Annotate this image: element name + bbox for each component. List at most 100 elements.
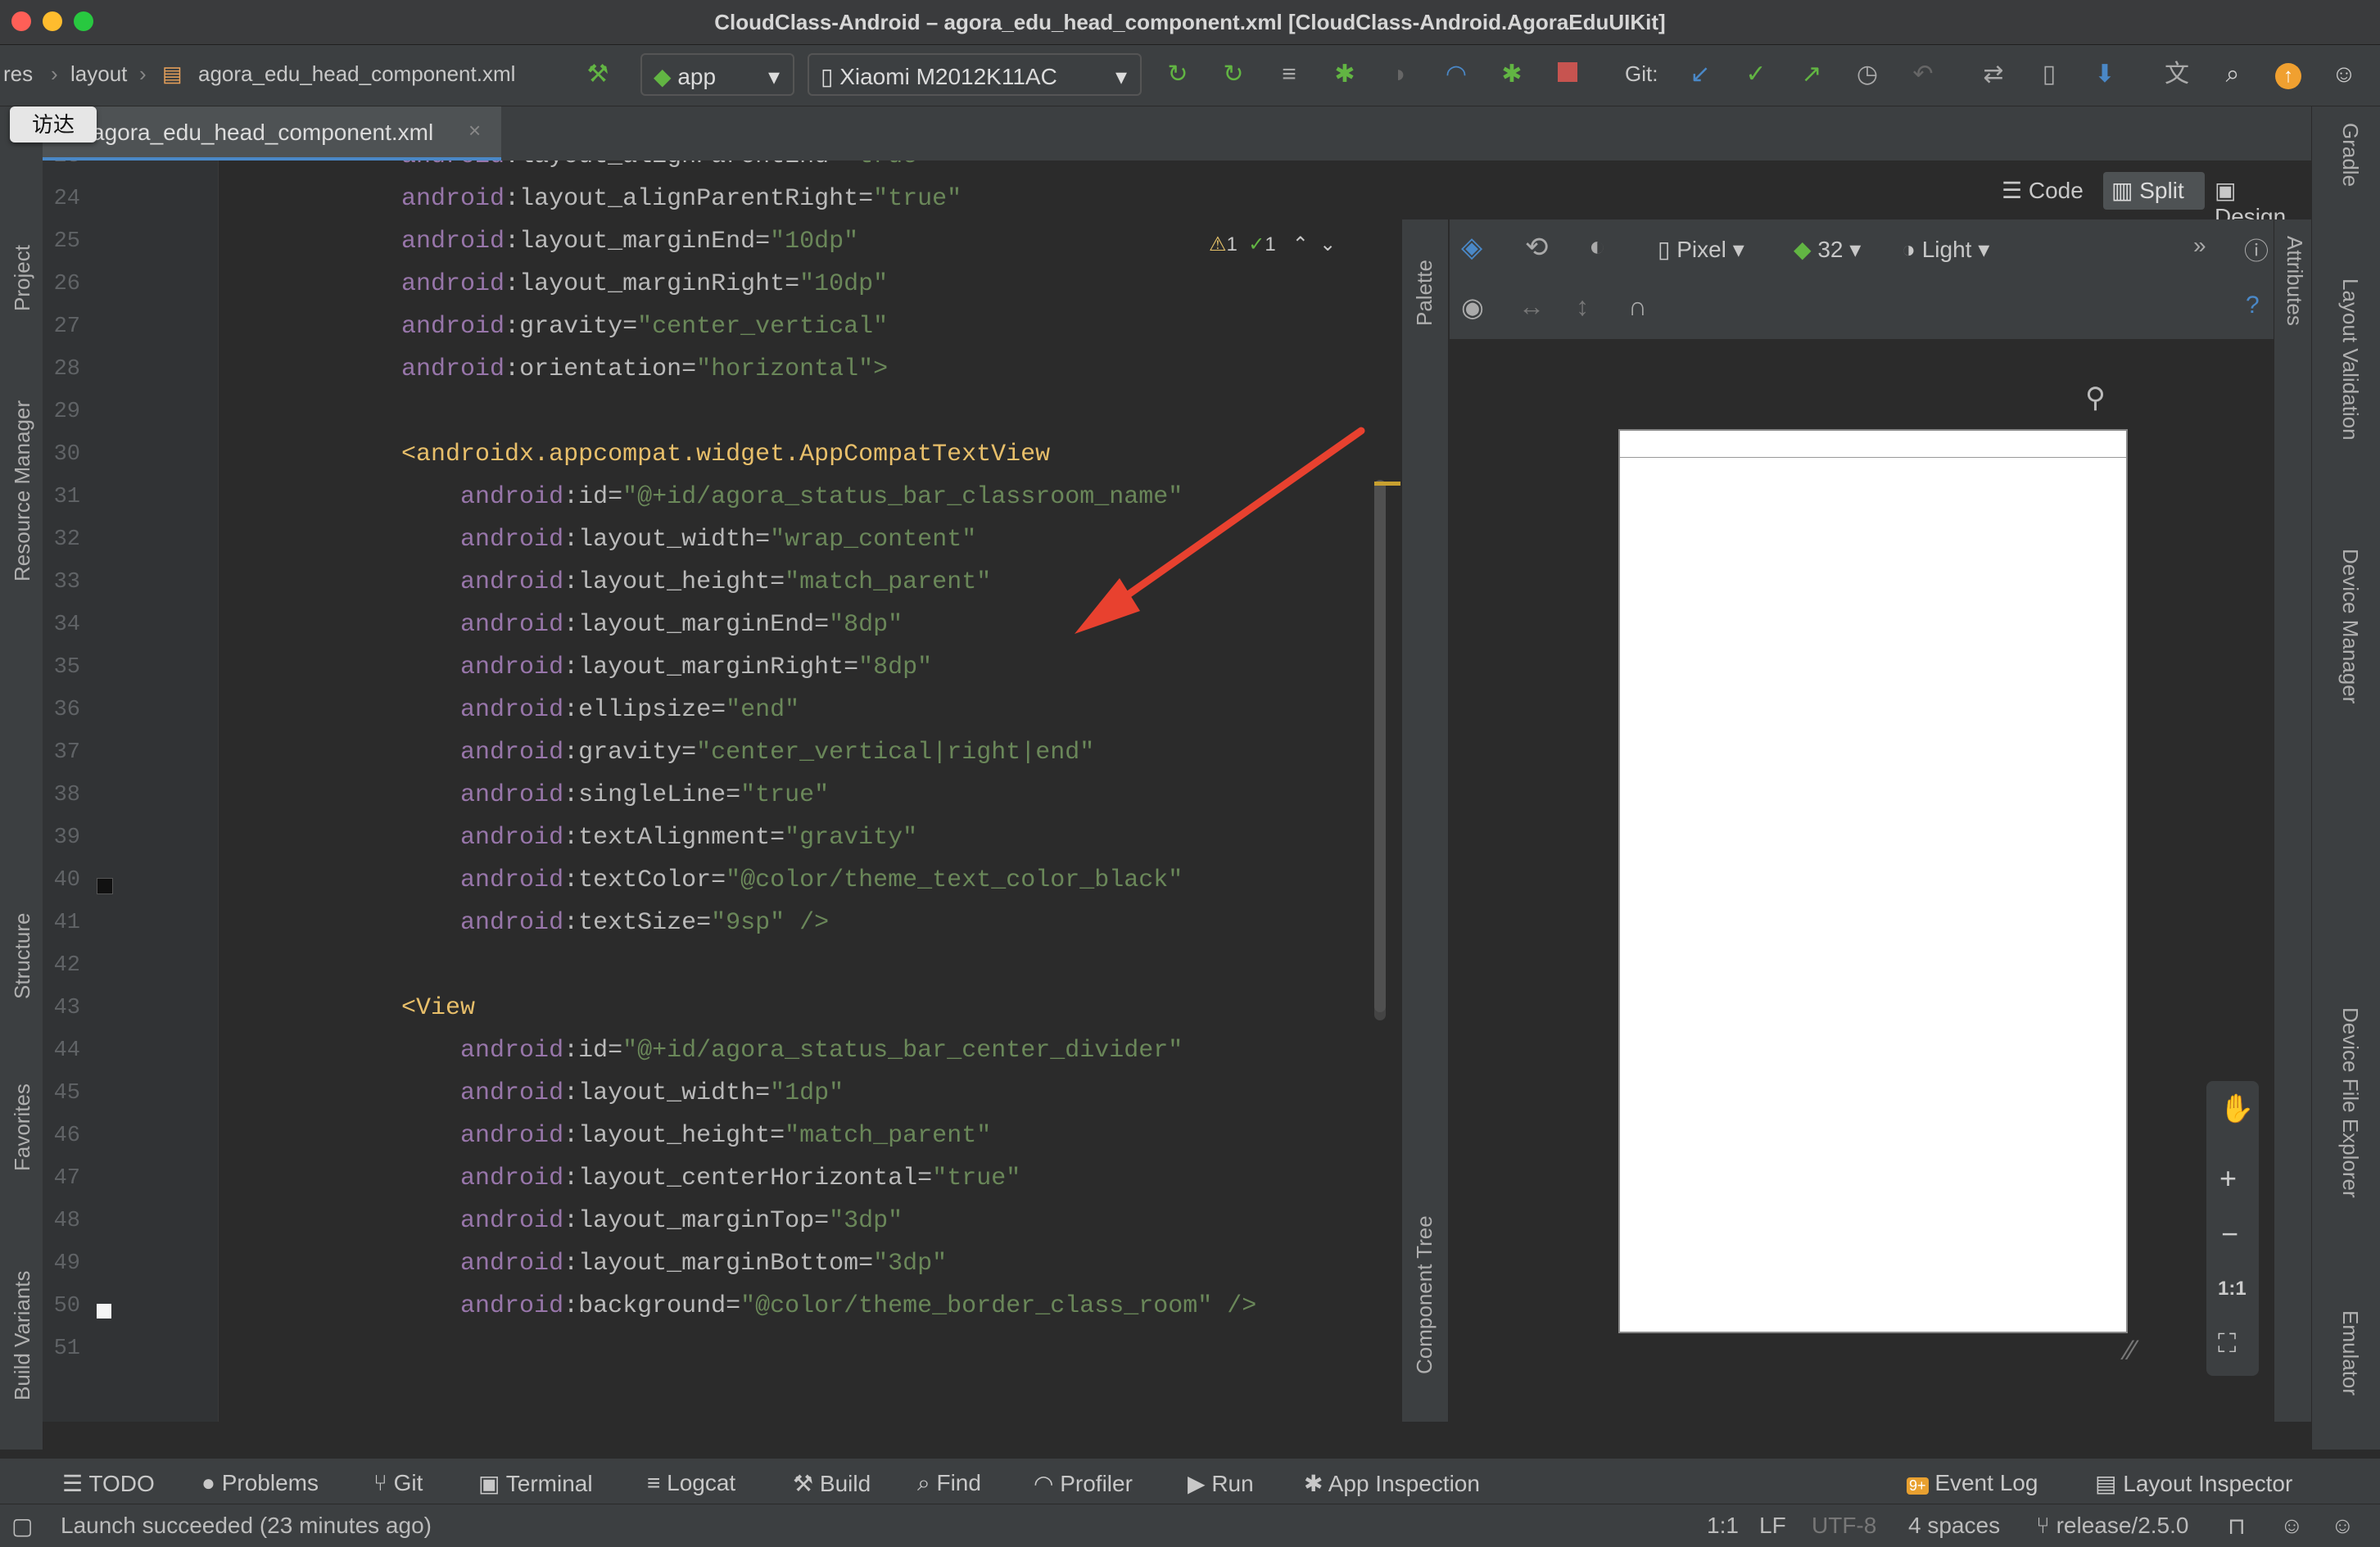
- file-tab[interactable]: agora_edu_head_component.xml ×: [43, 106, 501, 161]
- rerun-icon[interactable]: ↻: [1163, 60, 1192, 89]
- logcat-tool-button[interactable]: ≡ Logcat: [647, 1470, 735, 1496]
- device-file-explorer-tool-tab[interactable]: Device File Explorer: [2337, 1007, 2363, 1198]
- zoom-fit-icon[interactable]: ⛶: [2218, 1328, 2236, 1359]
- update-icon[interactable]: ↑: [2274, 60, 2303, 89]
- debug-icon[interactable]: ✱: [1330, 60, 1360, 89]
- chevron-down-icon[interactable]: ⌄: [1319, 233, 1336, 256]
- resize-handle-icon[interactable]: ⁄⁄: [2126, 1335, 2135, 1367]
- zoom-in-icon[interactable]: +: [2219, 1161, 2237, 1196]
- colon: :: [563, 526, 579, 554]
- hammer-build-icon[interactable]: ⚒: [583, 60, 613, 89]
- favorites-tool-tab[interactable]: Favorites: [10, 1083, 35, 1171]
- cursor-position[interactable]: 1:1: [1707, 1513, 1739, 1539]
- feedback-icon[interactable]: ☺: [2280, 1513, 2304, 1539]
- horizontal-resize-icon[interactable]: ↔: [1518, 292, 1545, 322]
- status-message[interactable]: Launch succeeded (23 minutes ago): [61, 1513, 432, 1539]
- translate-icon[interactable]: 文: [2162, 60, 2192, 89]
- chevron-down-icon: ▾: [1978, 237, 1990, 262]
- status-panel-icon[interactable]: ▢: [11, 1513, 33, 1540]
- git-push-icon[interactable]: ↗: [1797, 60, 1826, 89]
- structure-tool-tab[interactable]: Structure: [10, 913, 35, 1000]
- layers-icon[interactable]: ◈: [1461, 231, 1482, 264]
- apply-code-changes-icon[interactable]: ≡: [1274, 60, 1304, 89]
- xml-value: "match_parent": [785, 568, 992, 596]
- more-icon[interactable]: »: [2193, 233, 2206, 259]
- sync-gradle-icon[interactable]: ⇄: [1979, 60, 2008, 89]
- run-config-select[interactable]: ◆ app ▾: [640, 53, 794, 96]
- issues-icon[interactable]: ⓘ: [2244, 231, 2269, 267]
- xml-namespace: android: [401, 185, 505, 213]
- attach-debugger-icon[interactable]: ◗: [1386, 60, 1415, 89]
- equals: =: [917, 1165, 933, 1192]
- device-preview-select[interactable]: ▯ Pixel ▾: [1658, 236, 1744, 263]
- zoom-out-icon[interactable]: −: [2221, 1217, 2238, 1251]
- indent-setting[interactable]: 4 spaces: [1908, 1513, 2000, 1539]
- line-number: 31: [53, 485, 80, 509]
- device-select[interactable]: ▯ Xiaomi M2012K11AC ▾: [808, 53, 1142, 96]
- chevron-up-icon[interactable]: ⌃: [1292, 233, 1309, 256]
- emulator-tool-tab[interactable]: Emulator: [2337, 1310, 2363, 1395]
- avatar-icon[interactable]: ☺: [2329, 60, 2359, 89]
- history-icon[interactable]: ◷: [1853, 60, 1882, 89]
- app-inspection-tool-button[interactable]: ✱ App Inspection: [1304, 1470, 1480, 1497]
- code-mode-button[interactable]: ☰ Code: [2002, 177, 2084, 204]
- layout-preview[interactable]: [1618, 429, 2128, 1333]
- preview-header-component[interactable]: [1620, 431, 2126, 458]
- terminal-tool-button[interactable]: ▣ Terminal: [478, 1470, 593, 1497]
- layout-inspector-tool-button[interactable]: ▤ Layout Inspector: [2095, 1470, 2292, 1497]
- find-tool-button[interactable]: ⌕ Find: [917, 1470, 981, 1497]
- api-level-select[interactable]: ◆ 32 ▾: [1794, 236, 1861, 263]
- wrench-icon[interactable]: ⚲: [2085, 382, 2106, 414]
- build-variants-tool-tab[interactable]: Build Variants: [10, 1271, 35, 1401]
- colon: :: [563, 611, 579, 639]
- apply-changes-icon[interactable]: ↻: [1219, 60, 1248, 89]
- palette-tool-tab[interactable]: Palette: [1412, 260, 1437, 326]
- night-mode-icon[interactable]: ◐: [1589, 231, 1606, 263]
- git-update-icon[interactable]: ↙: [1685, 60, 1715, 89]
- profile-icon[interactable]: ◠: [1441, 60, 1471, 89]
- gradle-tool-tab[interactable]: Gradle: [2337, 123, 2363, 187]
- file-encoding[interactable]: UTF-8: [1812, 1513, 1876, 1539]
- xml-value: "1dp": [770, 1079, 844, 1107]
- profiler-tool-button[interactable]: ◠ Profiler: [1034, 1470, 1133, 1497]
- attributes-tool-tab[interactable]: Attributes: [2282, 236, 2307, 326]
- rollback-icon[interactable]: ↶: [1908, 60, 1938, 89]
- breadcrumb-layout[interactable]: layout: [70, 61, 127, 87]
- help-icon[interactable]: ?: [2246, 292, 2260, 319]
- pan-hand-icon[interactable]: ✋: [2219, 1092, 2254, 1125]
- git-commit-icon[interactable]: ✓: [1741, 60, 1771, 89]
- close-icon[interactable]: ×: [468, 118, 481, 143]
- breadcrumb-res[interactable]: res: [3, 61, 33, 87]
- code-editor[interactable]: 23 24 25 26 27 28 29 30 31 32 33 34 35 36 37 38 39 40 41 42…: [43, 161, 1402, 1422]
- resource-manager-tool-tab[interactable]: Resource Manager: [10, 400, 35, 581]
- eye-icon[interactable]: ◉: [1461, 292, 1484, 323]
- problems-tool-button[interactable]: ● Problems: [201, 1470, 319, 1496]
- todo-tool-button[interactable]: ☰ TODO: [62, 1470, 155, 1497]
- debug-attach-icon[interactable]: ✱: [1497, 60, 1527, 89]
- build-tool-button[interactable]: ⚒ Build: [793, 1470, 871, 1497]
- lock-icon[interactable]: ⊓: [2228, 1513, 2246, 1540]
- zoom-actual-size-button[interactable]: 1:1: [2218, 1278, 2247, 1300]
- event-log-tool-button[interactable]: 9+ Event Log: [1907, 1470, 2038, 1496]
- theme-select[interactable]: ◑ Light ▾: [1902, 236, 1989, 263]
- device-manager-tool-tab[interactable]: Device Manager: [2337, 549, 2363, 703]
- inspection-widget[interactable]: ⚠1 ✓1 ⌃ ⌄: [1209, 233, 1336, 256]
- run-tool-button[interactable]: ▶ Run: [1188, 1470, 1254, 1497]
- git-tool-button[interactable]: ⑂ Git: [373, 1470, 423, 1496]
- breadcrumb-file[interactable]: agora_edu_head_component.xml: [198, 61, 515, 87]
- layout-validation-tool-tab[interactable]: Layout Validation: [2337, 278, 2363, 441]
- color-swatch-icon[interactable]: [97, 878, 113, 894]
- memory-icon[interactable]: ☺: [2331, 1513, 2355, 1539]
- git-branch[interactable]: ⑂ release/2.5.0: [2036, 1513, 2188, 1539]
- vertical-resize-icon[interactable]: ↕: [1576, 292, 1589, 322]
- device-manager-icon[interactable]: ▯: [2034, 60, 2064, 89]
- stop-icon[interactable]: [1553, 60, 1582, 89]
- orientation-icon[interactable]: ⟲: [1525, 231, 1549, 264]
- sdk-manager-icon[interactable]: ⬇: [2090, 60, 2120, 89]
- project-tool-tab[interactable]: Project: [10, 245, 35, 311]
- magnet-icon[interactable]: ∩: [1628, 292, 1647, 322]
- line-separator[interactable]: LF: [1759, 1513, 1786, 1539]
- component-tree-tool-tab[interactable]: Component Tree: [1412, 1215, 1437, 1374]
- color-swatch-icon[interactable]: [97, 1304, 111, 1319]
- search-icon[interactable]: ⌕: [2218, 60, 2247, 89]
